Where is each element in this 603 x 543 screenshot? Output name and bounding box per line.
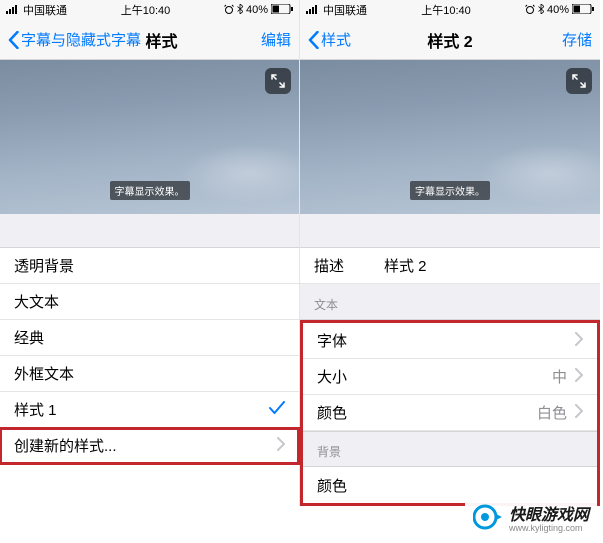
alarm-icon [224, 4, 234, 17]
status-bar: 中国联通 上午10:40 40% [0, 0, 299, 20]
watermark-logo-icon [473, 502, 503, 532]
back-button[interactable]: 字幕与隐藏式字幕 [8, 29, 141, 50]
carrier-label: 中国联通 [323, 2, 367, 18]
chevron-right-icon [575, 404, 583, 422]
section-header-text: 文本 [300, 284, 600, 320]
phone-left: 中国联通 上午10:40 40% 字幕与隐藏式字幕 样式 [0, 0, 300, 506]
row-value: 中 [552, 366, 567, 387]
chevron-right-icon [575, 332, 583, 350]
subtitle-sample: 字幕显示效果。 [110, 181, 190, 200]
spacer [0, 214, 299, 248]
chevron-right-icon [277, 437, 285, 455]
text-color-row[interactable]: 颜色 白色 [303, 395, 597, 431]
row-value: 白色 [537, 402, 567, 423]
watermark-url: www.kyligting.com [509, 523, 589, 533]
expand-button[interactable] [265, 68, 291, 94]
time-label: 上午10:40 [421, 2, 471, 18]
style-option-classic[interactable]: 经典 [0, 320, 299, 356]
bluetooth-icon [538, 4, 544, 17]
battery-icon [271, 4, 293, 17]
create-new-style[interactable]: 创建新的样式... [0, 428, 299, 464]
battery-icon [572, 4, 594, 17]
row-label: 大文本 [14, 291, 59, 312]
carrier-label: 中国联通 [23, 2, 67, 18]
expand-icon [271, 74, 285, 88]
font-row[interactable]: 字体 [303, 323, 597, 359]
expand-button[interactable] [566, 68, 592, 94]
style-option-large[interactable]: 大文本 [0, 284, 299, 320]
row-label: 颜色 [317, 475, 347, 496]
time-label: 上午10:40 [121, 2, 171, 18]
row-label: 字体 [317, 330, 347, 351]
bluetooth-icon [237, 4, 243, 17]
style-option-transparent[interactable]: 透明背景 [0, 248, 299, 284]
page-title: 样式 [145, 28, 177, 52]
expand-icon [572, 74, 586, 88]
back-label: 字幕与隐藏式字幕 [21, 29, 141, 50]
back-label: 样式 [321, 29, 351, 50]
watermark: 快眼游戏网 www.kyligting.com [465, 497, 597, 537]
nav-bar: 字幕与隐藏式字幕 样式 编辑 [0, 20, 299, 60]
row-label: 透明背景 [14, 255, 74, 276]
subtitle-sample: 字幕显示效果。 [410, 181, 490, 200]
checkmark-icon [269, 401, 285, 419]
section-header-bg: 背景 [303, 431, 597, 467]
row-label: 外框文本 [14, 363, 74, 384]
row-label: 大小 [317, 366, 347, 387]
spacer [300, 214, 600, 248]
signal-icon [306, 4, 320, 17]
status-bar: 中国联通 上午10:40 40% [300, 0, 600, 20]
edit-button[interactable]: 编辑 [261, 29, 291, 50]
size-row[interactable]: 大小 中 [303, 359, 597, 395]
desc-value: 样式 2 [384, 255, 427, 276]
style-option-outline[interactable]: 外框文本 [0, 356, 299, 392]
battery-percent: 40% [547, 4, 569, 16]
style-option-style1[interactable]: 样式 1 [0, 392, 299, 428]
row-label: 样式 1 [14, 399, 57, 420]
desc-label: 描述 [314, 255, 344, 276]
alarm-icon [525, 4, 535, 17]
nav-bar: 样式 样式 2 存储 [300, 20, 600, 60]
text-settings-group: 字体 大小 中 颜色 白色 背景 颜色 [300, 320, 600, 506]
save-button[interactable]: 存储 [562, 29, 592, 50]
watermark-name: 快眼游戏网 [509, 501, 589, 525]
chevron-right-icon [575, 368, 583, 386]
row-label: 颜色 [317, 402, 347, 423]
description-row[interactable]: 描述 样式 2 [300, 248, 600, 284]
preview-area: 字幕显示效果。 [0, 60, 299, 214]
page-title: 样式 2 [427, 28, 472, 52]
phone-right: 中国联通 上午10:40 40% 样式 样式 2 [300, 0, 600, 506]
signal-icon [6, 4, 20, 17]
back-button[interactable]: 样式 [308, 29, 351, 50]
preview-area: 字幕显示效果。 [300, 60, 600, 214]
row-label: 创建新的样式... [14, 435, 117, 456]
battery-percent: 40% [246, 4, 268, 16]
row-label: 经典 [14, 327, 44, 348]
